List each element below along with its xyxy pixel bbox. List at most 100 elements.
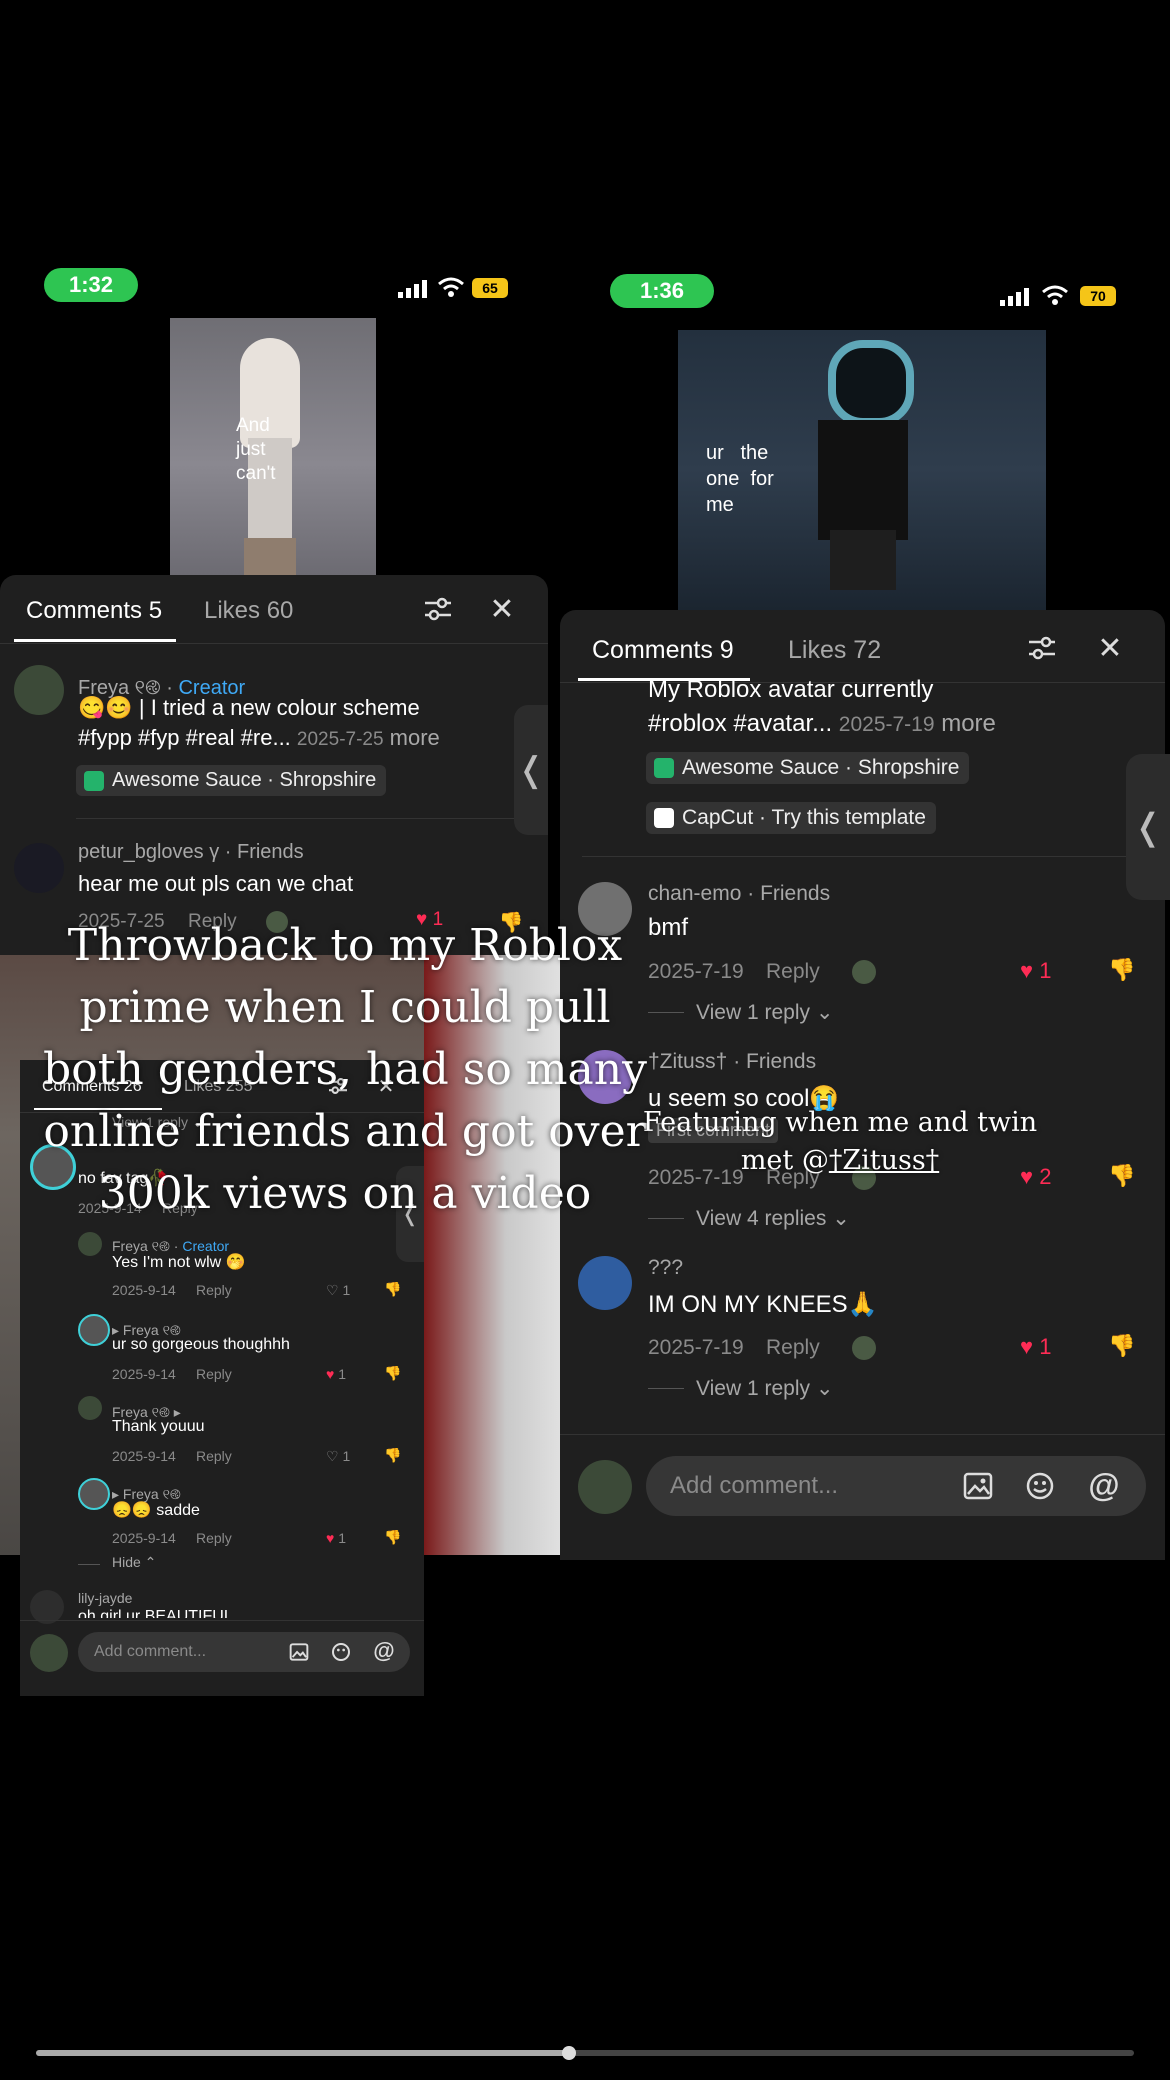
add-comment-input[interactable]: Add comment... @ [78, 1632, 410, 1672]
like-button[interactable]: ♥ 1 [1020, 958, 1051, 984]
mention-icon[interactable]: @ [372, 1638, 396, 1664]
view-replies-button[interactable]: View 4 replies ⌄ [696, 1206, 850, 1231]
comment-author[interactable]: †Zituss† · Friends [648, 1050, 816, 1074]
dislike-icon[interactable]: 👎 [1108, 956, 1136, 984]
avatar[interactable] [578, 1256, 632, 1310]
comment-author[interactable]: chan-emo · Friends [648, 882, 830, 906]
divider [582, 856, 1142, 857]
avatar[interactable] [78, 1232, 102, 1256]
image-icon[interactable] [288, 1641, 310, 1663]
reply-button[interactable]: Reply [766, 960, 820, 984]
dislike-icon[interactable]: 👎 [384, 1528, 402, 1546]
close-icon[interactable]: ✕ [484, 591, 520, 627]
location-chip[interactable]: Awesome Sauce · Shropshire [76, 765, 387, 796]
like-button[interactable]: ♥ 1 [1020, 1334, 1051, 1360]
heart-icon: ♥ [1020, 958, 1034, 983]
filter-icon[interactable] [1024, 630, 1060, 666]
video-progress-track[interactable] [36, 2046, 1134, 2060]
emoji-sticker-icon[interactable] [1024, 1470, 1056, 1502]
comment-date: 2025-9-14 [112, 1366, 176, 1382]
comment-author[interactable]: lily-jayde [78, 1590, 132, 1606]
creator-liked-avatar [852, 1336, 876, 1360]
signal-icon [1000, 288, 1030, 306]
add-comment-placeholder: Add comment... [670, 1472, 839, 1499]
reply-button[interactable]: Reply [196, 1282, 232, 1298]
video-progress-fill [36, 2050, 569, 2056]
divider [76, 818, 516, 819]
close-icon[interactable]: ✕ [1092, 630, 1128, 666]
comments-sheet: Comments 9 Likes 72 ✕ My Roblox avatar c… [560, 610, 1165, 1560]
dislike-icon[interactable]: 👎 [384, 1446, 402, 1464]
replies-line [648, 1388, 684, 1389]
filter-icon[interactable] [420, 591, 456, 627]
wifi-icon [1042, 284, 1068, 306]
view-replies-button[interactable]: View 1 reply ⌄ [696, 1376, 833, 1401]
status-time: 1:36 [610, 274, 714, 308]
like-button[interactable]: ♡ 1 [326, 1282, 350, 1299]
dislike-icon[interactable]: 👎 [1108, 1332, 1136, 1360]
avatar[interactable] [30, 1590, 64, 1624]
dislike-icon[interactable]: 👎 [1108, 1162, 1136, 1190]
comment-author[interactable]: ??? [648, 1256, 683, 1280]
comment-text: hear me out pls can we chat [78, 871, 354, 896]
left-phone-screenshot: 1:32 65 And just can't Comments 5 Likes … [0, 250, 548, 955]
comment-text: IM ON MY KNEES🙏 [648, 1291, 878, 1318]
video-caption: ur the one for me [706, 442, 774, 516]
comment-date: 2025-7-19 [648, 1336, 744, 1359]
battery-indicator: 70 [1080, 286, 1116, 306]
avatar[interactable] [78, 1314, 110, 1346]
reply-button[interactable]: Reply [766, 1336, 820, 1360]
comment-date: 2025-9-14 [112, 1282, 176, 1298]
comment-author[interactable]: petur_bgloves γ · Friends [78, 841, 304, 864]
video-thumbnail[interactable]: ur the one for me [678, 330, 1046, 610]
avatar[interactable] [14, 665, 64, 715]
comment-text-line2: #roblox #avatar... 2025-7-19 more [648, 710, 996, 737]
replies-line [648, 1218, 684, 1219]
tab-comments[interactable]: Comments 9 [592, 636, 734, 665]
avatar[interactable] [14, 843, 64, 893]
divider [560, 1434, 1165, 1435]
comment-text: ur so gorgeous thoughhh [112, 1336, 290, 1353]
reply-button[interactable]: Reply [196, 1448, 232, 1464]
location-chip[interactable]: Awesome Sauce · Shropshire [646, 752, 970, 784]
like-button[interactable]: ♡ 1 [326, 1448, 350, 1465]
comment-text: 😞😞 sadde [112, 1502, 200, 1519]
avatar[interactable] [78, 1478, 110, 1510]
tab-likes[interactable]: Likes 60 [204, 597, 293, 625]
dislike-icon[interactable]: 👎 [384, 1280, 402, 1298]
comments-sheet: Comments 5 Likes 60 ✕ Freya ୧࿋ · Creator… [0, 575, 548, 955]
mention-icon[interactable]: @ [1086, 1466, 1122, 1504]
add-comment-input[interactable]: Add comment... @ [646, 1456, 1146, 1516]
replies-line [648, 1012, 684, 1013]
image-icon[interactable] [962, 1470, 994, 1502]
mention-link[interactable]: †Zituss† [829, 1145, 939, 1176]
more-link[interactable]: more [390, 725, 440, 750]
like-button[interactable]: ♥ 1 [326, 1366, 346, 1382]
comment-date: 2025-9-14 [112, 1530, 176, 1546]
reply-button[interactable]: Reply [196, 1366, 232, 1382]
more-link[interactable]: more [941, 710, 996, 737]
comment-text: 😋😊 | I tried a new colour scheme [78, 695, 420, 720]
signal-icon [398, 280, 428, 298]
emoji-sticker-icon[interactable] [330, 1641, 352, 1663]
comment-text: My Roblox avatar currently [648, 676, 934, 703]
heart-icon: ♥ [326, 1366, 335, 1382]
reply-button[interactable]: Reply [196, 1530, 232, 1546]
collapse-handle[interactable]: ❬ [1126, 754, 1170, 900]
replies-line [78, 1564, 100, 1565]
view-replies-button[interactable]: View 1 reply ⌄ [696, 1000, 833, 1025]
main-caption: Throwback to my Roblox prime when I coul… [43, 920, 647, 1219]
comment-date: 2025-9-14 [112, 1448, 176, 1464]
hide-replies-button[interactable]: Hide ⌃ [112, 1554, 156, 1571]
tab-comments[interactable]: Comments 5 [26, 597, 162, 625]
tab-likes[interactable]: Likes 72 [788, 636, 881, 665]
video-progress-thumb[interactable] [561, 2046, 576, 2060]
dislike-icon[interactable]: 👎 [384, 1364, 402, 1382]
collapse-handle[interactable]: ❬ [514, 705, 548, 835]
comment-date: 2025-7-25 [296, 729, 384, 750]
like-button[interactable]: ♥ 1 [326, 1530, 346, 1546]
comment-text: Thank youuu [112, 1418, 205, 1435]
avatar[interactable] [78, 1396, 102, 1420]
comment-text: bmf [648, 914, 689, 941]
capcut-template-chip[interactable]: CapCut · Try this template [646, 802, 936, 834]
